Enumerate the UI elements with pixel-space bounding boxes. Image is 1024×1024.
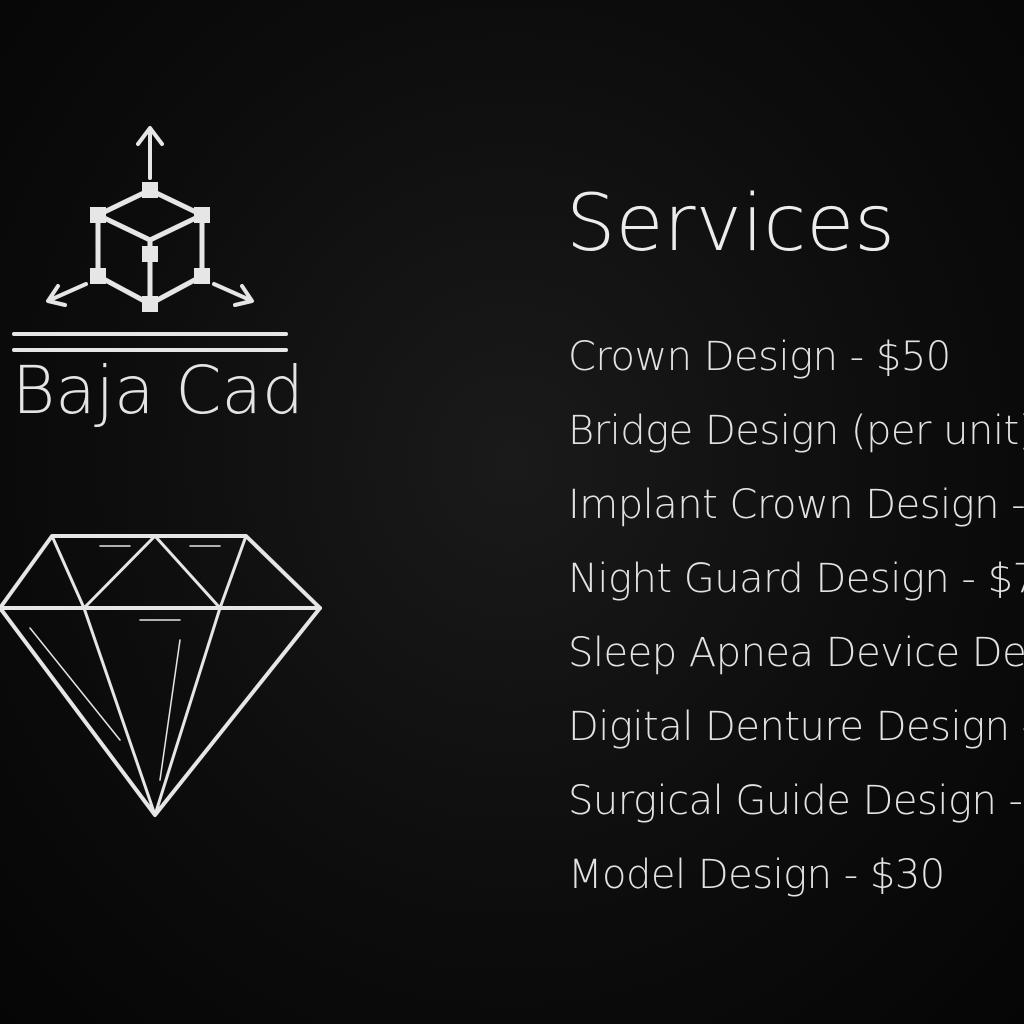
services-title: Services [566,179,895,269]
service-item: Model Design - $30 [568,852,945,898]
service-item: Night Guard Design - $70 [568,556,1024,602]
service-item: Digital Denture Design - $ [568,704,1024,750]
brand-name: Baja Cad [12,352,304,429]
service-item: Sleep Apnea Device Design [568,630,1024,676]
services-list: Crown Design - $50 Bridge Design (per un… [568,334,1024,926]
service-item: Bridge Design (per unit) - [568,408,1024,454]
service-item: Crown Design - $50 [568,334,951,380]
service-item: Surgical Guide Design - $ [568,778,1024,824]
service-item: Implant Crown Design - $ [568,482,1024,528]
diamond-icon [0,534,322,817]
3d-cube-axes-icon [46,126,254,312]
